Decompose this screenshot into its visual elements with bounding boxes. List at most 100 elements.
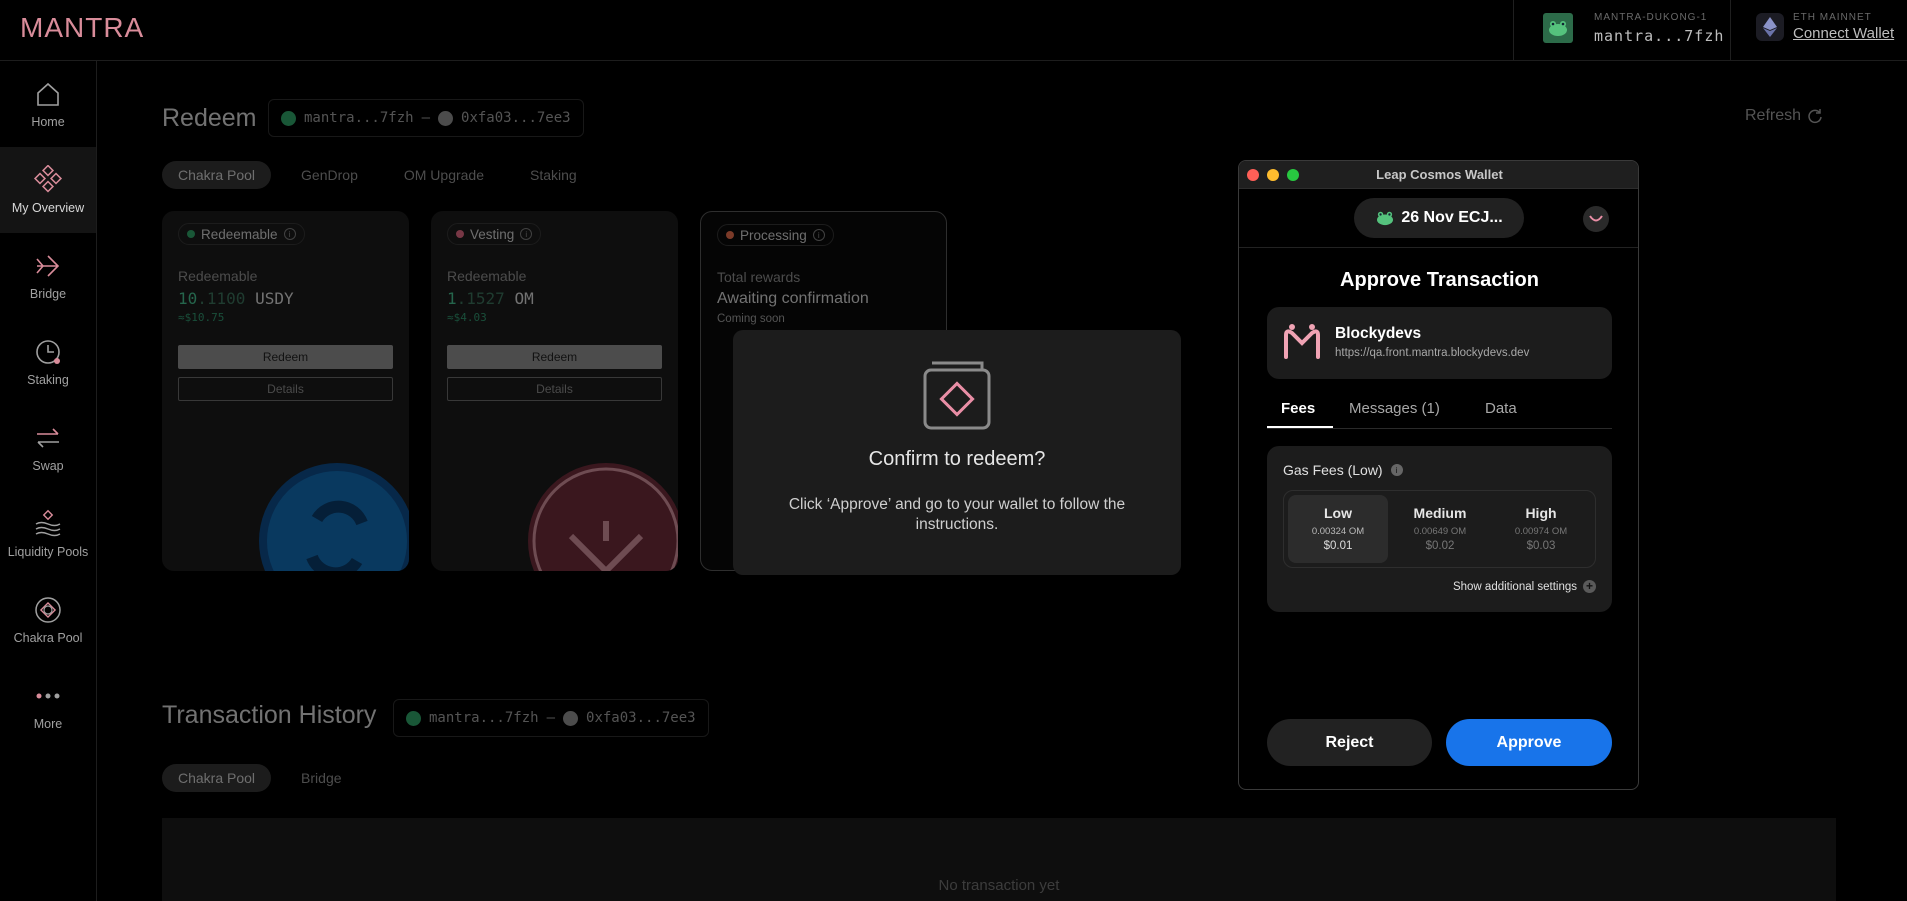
active-tab-indicator [1267,426,1333,428]
mantra-chain-icon [1589,215,1603,222]
vesting-card: Vesting i Redeemable 1.1527 OM ≈$4.03 Re… [431,211,678,571]
redeem-button[interactable]: Redeem [447,345,662,369]
chakra-icon [35,597,61,623]
status-label: Redeemable [201,226,278,242]
info-icon[interactable]: i [812,229,825,241]
account-avatar[interactable] [1543,13,1573,43]
option-usd: $0.02 [1425,540,1455,552]
sidebar-item-my-overview[interactable]: My Overview [0,147,96,233]
sidebar-item-swap[interactable]: Swap [0,405,96,491]
gas-fees-panel: Gas Fees (Low) i Low 0.00324 OM $0.01 Me… [1267,446,1612,612]
option-usd: $0.01 [1323,540,1353,552]
additional-settings-label: Show additional settings [1452,580,1577,593]
refresh-button[interactable]: Refresh [1745,107,1823,125]
sidebar-item-staking[interactable]: Staking [0,319,96,405]
tab-staking[interactable]: Staking [514,161,593,189]
sidebar-item-bridge[interactable]: Bridge [0,233,96,319]
eth-chain-icon [438,110,454,126]
status-dot [187,230,195,238]
wallet-header: 26 Nov ECJ... [1239,189,1638,248]
status-dot [726,231,734,239]
info-icon[interactable]: i [283,228,296,240]
card-label: Redeemable [178,268,258,284]
account-selector[interactable]: 26 Nov ECJ... [1354,198,1524,238]
tab-chakra-pool[interactable]: Chakra Pool [162,764,272,792]
tab-fees[interactable]: Fees [1281,400,1315,417]
coming-soon: Coming soon [717,313,785,325]
details-button[interactable]: Details [178,377,393,401]
frog-icon [1377,211,1394,226]
eth-chain-icon [563,710,579,726]
page-title: Redeem [162,104,257,132]
gas-option-medium[interactable]: Medium 0.00649 OM $0.02 [1390,495,1490,563]
window-title: Leap Cosmos Wallet [1376,167,1503,182]
gas-options: Low 0.00324 OM $0.01 Medium 0.00649 OM $… [1283,490,1596,568]
dapp-name: Blockydevs [1335,325,1422,342]
confirm-redeem-modal: Confirm to redeem? Click ‘Approve’ and g… [733,330,1181,575]
tab-gendrop[interactable]: GenDrop [285,161,374,189]
sidebar-item-label: My Overview [11,201,85,215]
liquidity-icon [35,509,61,537]
gas-option-high[interactable]: High 0.00974 OM $0.03 [1491,495,1591,563]
mantra-logo[interactable]: MANTRA [20,12,144,44]
redeemable-card: Redeemable i Redeemable 10.1100 USDY ≈$1… [162,211,409,571]
tab-messages[interactable]: Messages (1) [1349,400,1440,417]
tab-om-upgrade[interactable]: OM Upgrade [388,161,500,189]
card-usd-value: ≈$4.03 [447,311,487,324]
chain-menu-button[interactable] [1583,206,1609,232]
connect-wallet-link[interactable]: Connect Wallet [1793,25,1894,42]
status-label: Vesting [470,226,515,242]
leap-wallet-window: Leap Cosmos Wallet 26 Nov ECJ... Approve… [1238,160,1639,790]
sidebar-item-label: Home [31,115,65,129]
frog-icon [1549,21,1567,36]
sidebar-item-home[interactable]: Home [0,61,96,147]
status-badge: Processing i [717,224,834,246]
wallet-diamond-icon [923,361,991,430]
address-from: mantra...7fzh [429,710,539,726]
card-label: Redeemable [447,268,527,284]
top-bar: MANTRA MANTRA-DUKONG-1 mantra...7fzh ETH… [0,0,1907,61]
awaiting-confirmation: Awaiting confirmation [717,290,869,307]
sidebar-item-label: Chakra Pool [13,631,83,645]
address-pill[interactable]: mantra...7fzh — 0xfa03...7ee3 [268,99,584,137]
status-label: Processing [740,227,807,243]
reject-button[interactable]: Reject [1267,719,1432,766]
approve-button[interactable]: Approve [1446,719,1612,766]
redeem-button[interactable]: Redeem [178,345,393,369]
home-icon [37,82,59,106]
modal-title: Confirm to redeem? [868,448,1046,470]
show-additional-settings[interactable]: Show additional settings + [1453,580,1596,593]
refresh-icon [1808,109,1822,124]
account-chain: MANTRA-DUKONG-1 [1594,12,1708,23]
option-name: Low [1324,505,1352,521]
window-titlebar[interactable]: Leap Cosmos Wallet [1239,161,1638,189]
mantra-dapp-icon [1284,324,1320,359]
sidebar-item-label: Liquidity Pools [7,545,89,559]
info-icon[interactable]: i [520,228,533,240]
history-address-pill[interactable]: mantra...7fzh — 0xfa03...7ee3 [393,699,709,737]
swap-icon [37,428,59,448]
tab-data[interactable]: Data [1485,400,1517,417]
amount-int: 10 [178,289,198,308]
divider [1730,0,1731,60]
info-icon[interactable]: i [1390,464,1403,476]
amount-int: 1 [447,289,457,308]
tab-bridge[interactable]: Bridge [285,764,357,792]
sidebar-item-liquidity-pools[interactable]: Liquidity Pools [0,491,96,577]
tab-chakra-pool[interactable]: Chakra Pool [162,161,272,189]
refresh-label: Refresh [1745,107,1802,124]
sidebar-item-label: Staking [27,373,69,387]
gas-option-low[interactable]: Low 0.00324 OM $0.01 [1288,495,1388,563]
ethereum-icon [1756,13,1784,41]
sidebar-item-chakra-pool[interactable]: Chakra Pool [0,577,96,663]
dapp-url: https://qa.front.mantra.blockydevs.dev [1335,347,1530,359]
divider [1513,0,1514,60]
sidebar-item-more[interactable]: More [0,663,96,749]
more-icon [36,693,60,699]
account-address[interactable]: mantra...7fzh [1594,27,1724,45]
card-label: Total rewards [717,269,801,285]
details-button[interactable]: Details [447,377,662,401]
amount-unit: OM [514,289,534,308]
address-to: 0xfa03...7ee3 [461,110,571,126]
overview-icon [33,165,63,193]
